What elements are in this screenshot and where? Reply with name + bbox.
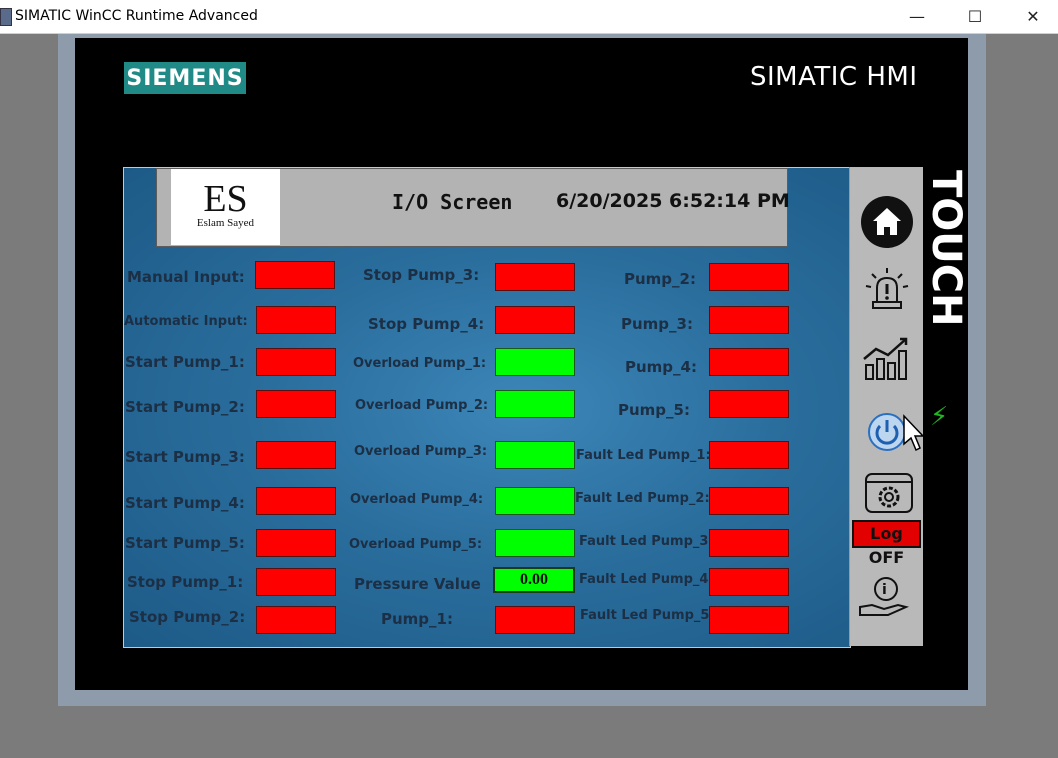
- indicator-fault-led-pump-2: [709, 487, 789, 515]
- close-button[interactable]: ✕: [1004, 0, 1058, 33]
- indicator-start-pump-3: [256, 441, 336, 469]
- indicator-automatic-input: [256, 306, 336, 334]
- indicator-start-pump-4: [256, 487, 336, 515]
- minimize-button[interactable]: —: [888, 0, 946, 33]
- indicator-stop-pump-1: [256, 568, 336, 596]
- screen-title: I/O Screen: [392, 190, 513, 214]
- label-fault-led-pump-4: Fault Led Pump_4:: [579, 572, 714, 587]
- label-pressure-value: Pressure Value: [354, 575, 481, 593]
- svg-text:i: i: [882, 582, 887, 598]
- label-stop-pump-2: Stop Pump_2:: [129, 608, 246, 626]
- label-fault-led-pump-5: Fault Led Pump_5:: [580, 608, 715, 623]
- label-start-pump-5: Start Pump_5:: [125, 534, 245, 552]
- indicator-pump-1: [495, 606, 575, 634]
- indicator-manual-input: [255, 261, 335, 289]
- settings-icon[interactable]: [864, 472, 914, 514]
- label-stop-pump-4: Stop Pump_4:: [368, 315, 485, 333]
- trend-icon[interactable]: [862, 335, 914, 381]
- indicator-overload-pump-4: [495, 487, 575, 515]
- label-stop-pump-3: Stop Pump_3:: [363, 266, 480, 284]
- label-start-pump-4: Start Pump_4:: [125, 494, 245, 512]
- indicator-pump-3: [709, 306, 789, 334]
- pressure-value-field[interactable]: 0.00: [493, 567, 575, 593]
- indicator-start-pump-5: [256, 529, 336, 557]
- indicator-overload-pump-5: [495, 529, 575, 557]
- label-overload-pump-5: Overload Pump_5:: [349, 537, 483, 552]
- indicator-start-pump-2: [256, 390, 336, 418]
- es-logo-subtitle: Eslam Sayed: [196, 217, 255, 229]
- label-fault-led-pump-2: Fault Led Pump_2:: [575, 491, 710, 506]
- indicator-overload-pump-3: [495, 441, 575, 469]
- indicator-stop-pump-2: [256, 606, 336, 634]
- label-pump-2: Pump_2:: [624, 270, 696, 288]
- indicator-stop-pump-4: [495, 306, 575, 334]
- indicator-pump-4: [709, 348, 789, 376]
- hmi-product-title: SIMATIC HMI: [750, 62, 918, 92]
- lightning-icon: ⚡: [930, 402, 949, 432]
- es-logo-text: ES: [203, 178, 248, 220]
- label-pump-1: Pump_1:: [381, 610, 453, 628]
- label-overload-pump-3: Overload Pump_3:: [354, 444, 488, 459]
- indicator-fault-led-pump-4: [709, 568, 789, 596]
- indicator-start-pump-1: [256, 348, 336, 376]
- label-overload-pump-4: Overload Pump_4:: [350, 492, 484, 507]
- indicator-overload-pump-1: [495, 348, 575, 376]
- indicator-fault-led-pump-5: [709, 606, 789, 634]
- window-title-bar: SIMATIC WinCC Runtime Advanced — ☐ ✕: [0, 0, 1058, 34]
- window-title: SIMATIC WinCC Runtime Advanced: [15, 8, 258, 24]
- label-start-pump-2: Start Pump_2:: [125, 398, 245, 416]
- label-fault-led-pump-3: Fault Led Pump_3:: [579, 534, 714, 549]
- label-overload-pump-1: Overload Pump_1:: [353, 356, 487, 371]
- info-icon[interactable]: i: [858, 575, 912, 619]
- indicator-stop-pump-3: [495, 263, 575, 291]
- indicator-pump-5: [709, 390, 789, 418]
- home-icon[interactable]: [861, 196, 913, 248]
- es-logo: ES Eslam Sayed: [171, 169, 280, 245]
- label-fault-led-pump-1: Fault Led Pump_1:: [576, 448, 711, 463]
- label-overload-pump-2: Overload Pump_2:: [355, 398, 489, 413]
- indicator-pump-2: [709, 263, 789, 291]
- label-pump-5: Pump_5:: [618, 401, 690, 419]
- label-pump-4: Pump_4:: [625, 358, 697, 376]
- maximize-button[interactable]: ☐: [946, 0, 1004, 33]
- siemens-logo: SIEMENS: [124, 62, 246, 94]
- label-pump-3: Pump_3:: [621, 315, 693, 333]
- label-start-pump-3: Start Pump_3:: [125, 448, 245, 466]
- app-icon: [0, 8, 12, 26]
- touch-label: TOUCH: [923, 170, 969, 327]
- date-time-display: 6/20/2025 6:52:14 PM: [556, 190, 790, 212]
- label-manual-input: Manual Input:: [127, 268, 245, 286]
- label-start-pump-1: Start Pump_1:: [125, 353, 245, 371]
- log-off-button[interactable]: Log OFF: [852, 520, 921, 567]
- indicator-overload-pump-2: [495, 390, 575, 418]
- label-automatic-input: Automatic Input:: [124, 314, 248, 329]
- label-stop-pump-1: Stop Pump_1:: [127, 573, 244, 591]
- mouse-cursor-icon: [902, 414, 925, 454]
- indicator-fault-led-pump-1: [709, 441, 789, 469]
- alarm-icon[interactable]: [862, 266, 912, 312]
- indicator-fault-led-pump-3: [709, 529, 789, 557]
